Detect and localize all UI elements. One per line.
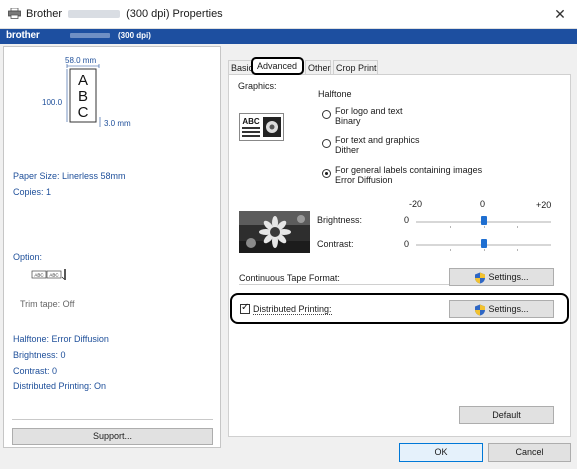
brightness-tick xyxy=(484,226,485,228)
redacted-model xyxy=(70,33,110,39)
option-error-diffusion-label: Error Diffusion xyxy=(335,175,393,185)
option-text-graphics-label: For text and graphics xyxy=(335,135,420,145)
separator xyxy=(12,419,213,420)
halftone-summary-text: Halftone: Error Diffusion xyxy=(13,334,109,344)
paper-size-text: Paper Size: Linerless 58mm xyxy=(13,171,126,181)
contrast-label: Contrast: xyxy=(317,239,354,249)
brightness-value: 0 xyxy=(404,215,410,225)
scale-max-label: +20 xyxy=(536,200,552,210)
svg-text:ABC: ABC xyxy=(242,117,260,126)
brand-logo: brother xyxy=(6,30,40,41)
margin-label: 3.0 mm xyxy=(104,119,131,127)
halftone-label: Halftone xyxy=(318,89,352,99)
default-button[interactable]: Default xyxy=(459,406,554,424)
close-icon[interactable]: ✕ xyxy=(549,3,571,25)
advanced-panel: Graphics: ABC Halftone For logo and text… xyxy=(228,74,571,437)
title-bar: Brother (300 dpi) Properties ✕ xyxy=(0,0,577,29)
brightness-tick xyxy=(517,226,518,228)
tab-advanced[interactable]: Advanced xyxy=(251,57,304,75)
preview-letter-b: B xyxy=(78,88,88,105)
contrast-tick xyxy=(450,249,451,251)
option-dither-label: Dither xyxy=(335,145,360,155)
printer-icon xyxy=(8,8,21,19)
contrast-tick xyxy=(517,249,518,251)
summary-panel: 58.0 mm 100.0 A B C 3.0 mm Paper Size: L… xyxy=(3,46,221,448)
window-title: Brother (300 dpi) Properties xyxy=(26,8,223,20)
svg-text:ABC: ABC xyxy=(49,273,59,278)
radio-logo-text[interactable] xyxy=(322,110,331,119)
distributed-printing-highlight xyxy=(230,293,569,324)
brightness-summary-text: Brightness: 0 xyxy=(13,350,66,360)
scale-min-label: -20 xyxy=(409,199,423,209)
option-logo-text-label: For logo and text xyxy=(335,106,403,116)
graphics-label: Graphics: xyxy=(238,81,277,91)
option-binary-label: Binary xyxy=(335,116,361,126)
scale-mid-label: 0 xyxy=(480,199,486,209)
support-button[interactable]: Support... xyxy=(12,428,213,445)
contrast-tick xyxy=(484,249,485,251)
left-panel: 58.0 mm 100.0 A B C 3.0 mm Paper Size: L… xyxy=(3,46,221,469)
abc-graphic-icon: ABC xyxy=(239,113,284,141)
height-label: 100.0 xyxy=(42,98,63,107)
contrast-slider-thumb[interactable] xyxy=(481,239,487,248)
svg-text:ABC: ABC xyxy=(34,273,44,278)
cancel-button[interactable]: Cancel xyxy=(488,443,571,462)
preview-letter-a: A xyxy=(78,72,88,89)
shield-icon xyxy=(475,272,486,284)
sunflower-thumbnail xyxy=(239,211,310,253)
tab-other[interactable]: Other xyxy=(305,60,331,74)
radio-text-graphics[interactable] xyxy=(322,139,331,148)
contrast-value: 0 xyxy=(404,239,410,249)
brightness-label: Brightness: xyxy=(317,215,363,225)
width-label: 58.0 mm xyxy=(65,56,96,65)
brightness-tick xyxy=(450,226,451,228)
tape-option-icon: ABC ABC xyxy=(31,269,66,280)
tab-basic[interactable]: Basic xyxy=(228,60,253,74)
label-preview: 58.0 mm 100.0 A B C 3.0 mm xyxy=(42,56,131,127)
contrast-summary-text: Contrast: 0 xyxy=(13,366,58,376)
brightness-slider-thumb[interactable] xyxy=(481,216,487,225)
trim-tape-text: Trim tape: Off xyxy=(20,299,75,309)
continuous-settings-button[interactable]: Settings... xyxy=(449,268,554,286)
distributed-summary-text: Distributed Printing: On xyxy=(13,381,107,391)
option-general-labels-label: For general labels containing images xyxy=(335,165,483,175)
ok-button[interactable]: OK xyxy=(399,443,483,462)
tab-crop-print[interactable]: Crop Print xyxy=(333,60,378,74)
brand-bar: brother (300 dpi) xyxy=(0,29,577,44)
brand-model: (300 dpi) xyxy=(70,31,151,40)
redacted-model-name xyxy=(68,10,121,19)
option-text: Option: xyxy=(13,252,43,262)
preview-letter-c: C xyxy=(78,104,89,121)
radio-general-labels[interactable] xyxy=(322,169,331,178)
copies-text: Copies: 1 xyxy=(13,187,52,197)
continuous-underline xyxy=(239,284,449,285)
continuous-tape-label: Continuous Tape Format: xyxy=(239,273,340,283)
